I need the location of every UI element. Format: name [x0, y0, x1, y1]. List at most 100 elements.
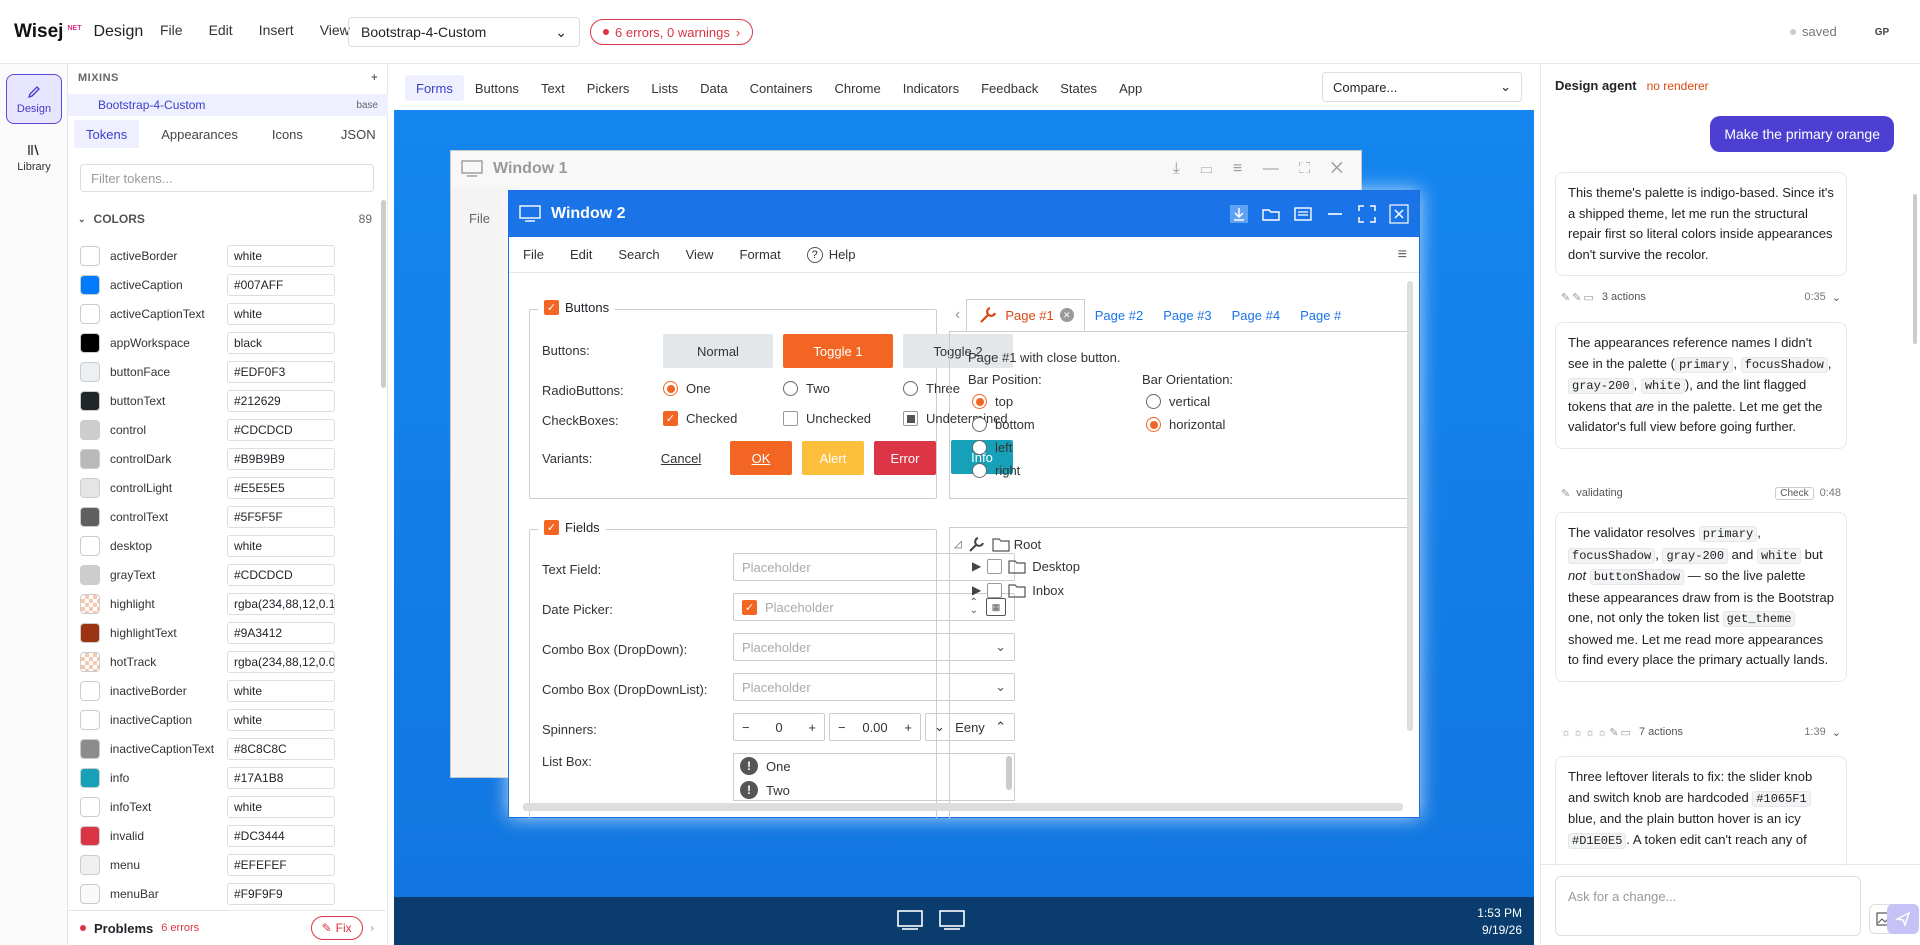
normal-button[interactable]: Normal: [663, 334, 773, 368]
agent-scrollbar[interactable]: [1913, 194, 1917, 344]
color-swatch[interactable]: [80, 506, 100, 527]
token-row[interactable]: inactiveBorder white: [80, 676, 370, 705]
tab-page-5[interactable]: Page #: [1290, 299, 1351, 331]
color-swatch[interactable]: [80, 245, 100, 266]
ask-input[interactable]: Ask for a change...: [1555, 876, 1861, 936]
category-tab-containers[interactable]: Containers: [739, 75, 824, 101]
color-swatch[interactable]: [80, 796, 100, 817]
token-row[interactable]: highlightText #9A3412: [80, 618, 370, 647]
tab-page-4[interactable]: Page #4: [1222, 299, 1290, 331]
token-value-input[interactable]: #212629: [227, 389, 335, 412]
cancel-button[interactable]: Cancel: [650, 441, 712, 475]
window-2-titlebar[interactable]: Window 2: [509, 191, 1419, 237]
token-row[interactable]: menu #EFEFEF: [80, 850, 370, 879]
window-2[interactable]: Window 2 File Edit Search View Format ? …: [508, 190, 1420, 819]
token-value-input[interactable]: rgba(234,88,12,0.0: [227, 650, 335, 673]
chevron-right-icon[interactable]: ›: [371, 923, 374, 934]
minimize-icon[interactable]: [1325, 204, 1345, 224]
tab-json[interactable]: JSON: [329, 120, 388, 148]
add-mixin-button[interactable]: +: [371, 72, 378, 84]
category-tab-forms[interactable]: Forms: [405, 75, 464, 101]
radio-two[interactable]: Two: [783, 381, 830, 396]
position-right-radio[interactable]: right: [972, 463, 1020, 478]
compare-select[interactable]: Compare... ⌄: [1322, 72, 1522, 102]
token-value-input[interactable]: #5F5F5F: [227, 505, 335, 528]
theme-select[interactable]: Bootstrap-4-Custom ⌄: [348, 17, 580, 47]
token-value-input[interactable]: #EFEFEF: [227, 853, 335, 876]
menu-file[interactable]: File: [160, 22, 183, 38]
color-swatch[interactable]: [80, 622, 100, 643]
token-value-input[interactable]: black: [227, 331, 335, 354]
token-row[interactable]: invalid #DC3444: [80, 821, 370, 850]
w2-menu-format[interactable]: Format: [740, 247, 781, 262]
checkbox-checked[interactable]: ✓ Checked: [663, 411, 737, 426]
color-swatch[interactable]: [80, 883, 100, 904]
ok-button[interactable]: OK: [730, 441, 792, 475]
hamburger-icon[interactable]: ≡: [1398, 246, 1407, 264]
color-swatch[interactable]: [80, 448, 100, 469]
color-swatch[interactable]: [80, 564, 100, 585]
category-tab-app[interactable]: App: [1108, 75, 1153, 101]
color-swatch[interactable]: [80, 332, 100, 353]
spinner-integer[interactable]: − 0 +: [733, 713, 825, 741]
spinner-minus-icon[interactable]: −: [838, 720, 846, 735]
actions-group-2[interactable]: ✎ validating Check 0:48: [1555, 481, 1847, 505]
token-row[interactable]: activeCaption #007AFF: [80, 270, 370, 299]
token-row[interactable]: activeCaptionText white: [80, 299, 370, 328]
collapse-triangle-icon[interactable]: ◿: [954, 539, 962, 550]
radio-one[interactable]: One: [663, 381, 711, 396]
close-icon[interactable]: [1389, 204, 1409, 224]
token-value-input[interactable]: #CDCDCD: [227, 418, 335, 441]
actions-group-1[interactable]: ✎✎▭ 3 actions 0:35 ⌄: [1555, 285, 1847, 309]
color-swatch[interactable]: [80, 274, 100, 295]
tree-inbox-checkbox[interactable]: [987, 582, 1003, 598]
token-value-input[interactable]: #007AFF: [227, 273, 335, 296]
position-bottom-radio[interactable]: bottom: [972, 417, 1035, 432]
color-swatch[interactable]: [80, 361, 100, 382]
color-swatch[interactable]: [80, 593, 100, 614]
token-value-input[interactable]: #F9F9F9: [227, 882, 335, 905]
color-swatch[interactable]: [80, 390, 100, 411]
token-row[interactable]: controlText #5F5F5F: [80, 502, 370, 531]
error-pill[interactable]: 6 errors, 0 warnings ›: [590, 19, 754, 45]
category-tab-lists[interactable]: Lists: [640, 75, 689, 101]
app-logo[interactable]: Wisej NET Design: [14, 14, 143, 50]
spinner-minus-icon[interactable]: −: [742, 720, 750, 735]
token-row[interactable]: desktop white: [80, 531, 370, 560]
token-value-input[interactable]: white: [227, 244, 335, 267]
category-tab-indicators[interactable]: Indicators: [892, 75, 970, 101]
chevron-down-icon[interactable]: ⌄: [934, 719, 945, 735]
filter-tokens-input[interactable]: Filter tokens...: [80, 164, 374, 192]
color-swatch[interactable]: [80, 303, 100, 324]
date-picker-checkbox[interactable]: ✓: [742, 599, 757, 615]
colors-section-header[interactable]: ⌄ COLORS 89: [78, 212, 372, 226]
color-swatch[interactable]: [80, 651, 100, 672]
send-button[interactable]: [1887, 904, 1919, 934]
color-swatch[interactable]: [80, 709, 100, 730]
position-top-radio[interactable]: top: [972, 394, 1013, 409]
tab-appearances[interactable]: Appearances: [149, 120, 250, 148]
orientation-vertical-radio[interactable]: vertical: [1146, 394, 1210, 409]
token-value-input[interactable]: #B9B9B9: [227, 447, 335, 470]
fix-button[interactable]: ✎ Fix: [310, 916, 363, 940]
token-row[interactable]: controlLight #E5E5E5: [80, 473, 370, 502]
buttons-group-legend[interactable]: ✓ Buttons: [538, 300, 616, 315]
error-button[interactable]: Error: [874, 441, 936, 475]
token-value-input[interactable]: #CDCDCD: [227, 563, 335, 586]
tree-desktop-checkbox[interactable]: [987, 558, 1003, 574]
spinner-plus-icon[interactable]: +: [808, 720, 816, 735]
spinner-plus-icon[interactable]: +: [904, 720, 912, 735]
tree-node-inbox[interactable]: ▶ Inbox: [972, 582, 1064, 598]
color-swatch[interactable]: [80, 477, 100, 498]
token-value-input[interactable]: white: [227, 679, 335, 702]
rail-library-button[interactable]: Library: [6, 132, 62, 182]
token-row[interactable]: buttonText #212629: [80, 386, 370, 415]
window-1-menu-file[interactable]: File: [469, 211, 490, 226]
token-row[interactable]: menuBar #F9F9F9: [80, 879, 370, 908]
category-tab-states[interactable]: States: [1049, 75, 1108, 101]
token-value-input[interactable]: #E5E5E5: [227, 476, 335, 499]
token-value-input[interactable]: white: [227, 795, 335, 818]
token-value-input[interactable]: #DC3444: [227, 824, 335, 847]
expand-triangle-icon[interactable]: ▶: [972, 583, 981, 597]
window-2-scrollbar[interactable]: [1407, 281, 1413, 731]
